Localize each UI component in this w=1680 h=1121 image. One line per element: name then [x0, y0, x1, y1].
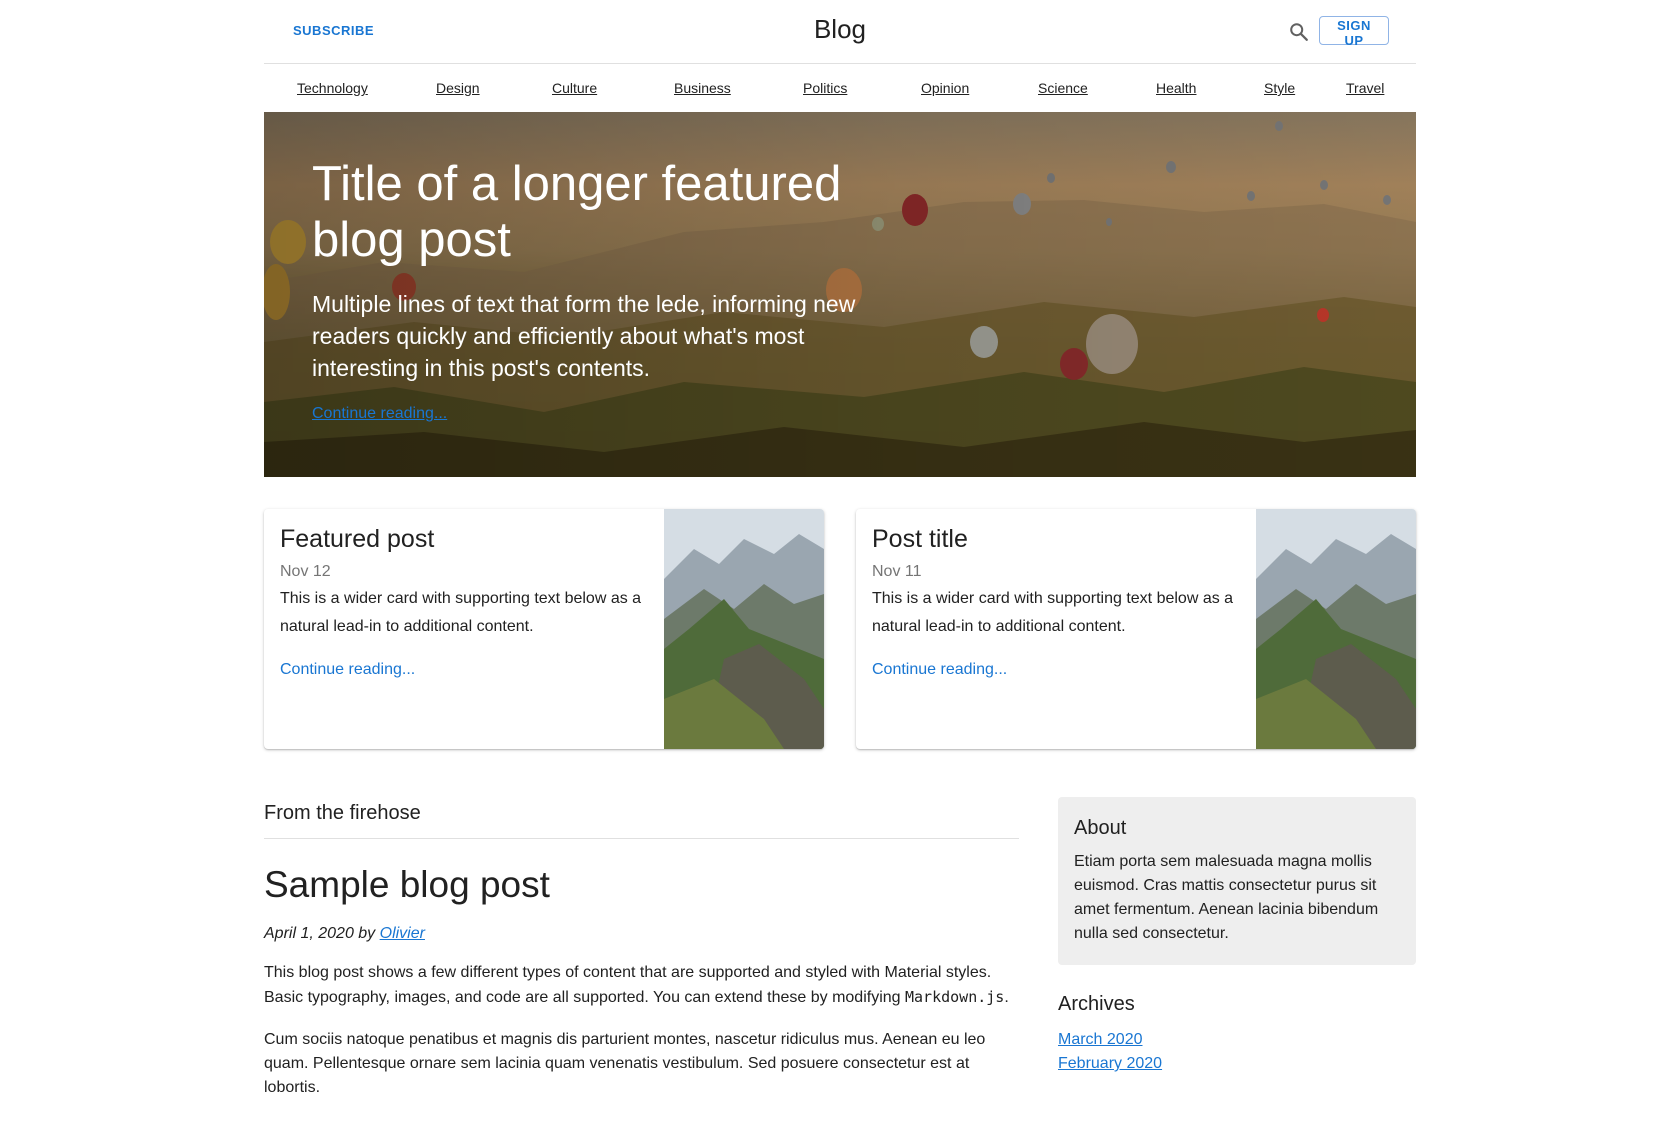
nav-item-science[interactable]: Science — [1038, 80, 1088, 96]
card-continue-reading-link[interactable]: Continue reading... — [872, 661, 1007, 679]
card-continue-reading-link[interactable]: Continue reading... — [280, 661, 415, 679]
archive-link-february-2020[interactable]: February 2020 — [1058, 1052, 1416, 1076]
nav-item-technology[interactable]: Technology — [297, 80, 368, 96]
hero-title: Title of a longer featured blog post — [312, 157, 842, 267]
card-title: Post title — [872, 525, 968, 553]
top-header: SUBSCRIBE Blog SIGN UP — [264, 0, 1416, 64]
page: SUBSCRIBE Blog SIGN UP Technology Design… — [264, 0, 1416, 1121]
post-paragraph-end: . — [1004, 989, 1009, 1006]
post-meta: April 1, 2020 by Olivier — [264, 925, 1019, 943]
card-mountain-image — [1256, 509, 1416, 749]
category-nav: Technology Design Culture Business Polit… — [264, 64, 1416, 112]
nav-item-opinion[interactable]: Opinion — [921, 80, 969, 96]
hero-continue-reading-link[interactable]: Continue reading... — [312, 405, 447, 423]
archive-link-march-2020[interactable]: March 2020 — [1058, 1028, 1416, 1052]
nav-item-style[interactable]: Style — [1264, 80, 1295, 96]
posts-column: From the firehose Sample blog post April… — [264, 781, 1019, 1100]
sign-up-button[interactable]: SIGN UP — [1319, 16, 1389, 48]
featured-post-card[interactable]: Featured post Nov 12 This is a wider car… — [264, 509, 824, 749]
archives: Archives March 2020 February 2020 — [1058, 993, 1416, 1076]
about-box: About Etiam porta sem malesuada magna mo… — [1058, 797, 1416, 965]
hero-banner: Title of a longer featured blog post Mul… — [264, 112, 1416, 477]
card-date: Nov 12 — [280, 563, 331, 580]
nav-item-culture[interactable]: Culture — [552, 80, 597, 96]
card-date: Nov 11 — [872, 563, 922, 580]
nav-item-design[interactable]: Design — [436, 80, 480, 96]
post-date-byline: April 1, 2020 by — [264, 925, 380, 942]
sidebar: About Etiam porta sem malesuada magna mo… — [1058, 781, 1416, 1076]
search-icon[interactable] — [1288, 21, 1310, 43]
blog-title: Blog — [813, 14, 867, 44]
post-title-card[interactable]: Post title Nov 11 This is a wider card w… — [856, 509, 1416, 749]
card-text: This is a wider card with supporting tex… — [872, 590, 1234, 635]
post-paragraph: This blog post shows a few different typ… — [264, 961, 1019, 1010]
inline-code: Markdown.js — [905, 988, 1005, 1006]
about-text: Etiam porta sem malesuada magna mollis e… — [1074, 853, 1379, 942]
nav-item-politics[interactable]: Politics — [803, 80, 847, 96]
nav-item-health[interactable]: Health — [1156, 80, 1196, 96]
section-title: From the firehose — [264, 781, 1019, 839]
main-content: From the firehose Sample blog post April… — [264, 781, 1416, 1121]
card-title: Featured post — [280, 525, 435, 553]
nav-item-business[interactable]: Business — [674, 80, 731, 96]
card-text: This is a wider card with supporting tex… — [280, 590, 642, 635]
hero-lede: Multiple lines of text that form the led… — [312, 291, 856, 381]
nav-item-travel[interactable]: Travel — [1346, 80, 1384, 96]
card-mountain-image — [664, 509, 824, 749]
about-title: About — [1074, 817, 1127, 839]
featured-cards: Featured post Nov 12 This is a wider car… — [264, 509, 1416, 781]
post-paragraph: Cum sociis natoque penatibus et magnis d… — [264, 1031, 986, 1096]
archives-title: Archives — [1058, 993, 1135, 1015]
post-paragraph-text: This blog post shows a few different typ… — [264, 964, 992, 1006]
post-author-link[interactable]: Olivier — [380, 925, 425, 942]
post-title: Sample blog post — [264, 864, 550, 905]
